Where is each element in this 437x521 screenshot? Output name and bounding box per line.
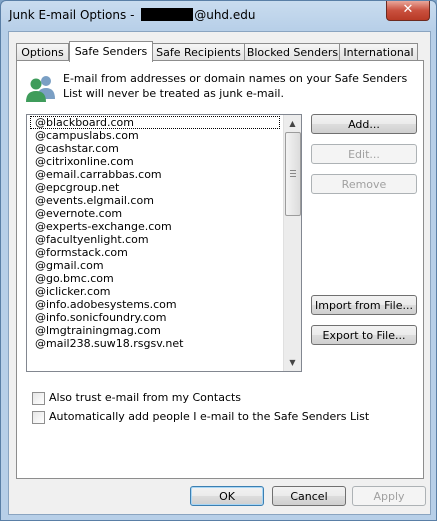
remove-button[interactable]: Remove: [311, 174, 417, 194]
apply-button[interactable]: Apply: [352, 486, 426, 506]
import-from-file-button[interactable]: Import from File...: [311, 295, 417, 315]
tab-options[interactable]: Options: [16, 43, 69, 61]
list-item[interactable]: @go.bmc.com: [27, 272, 283, 285]
cancel-button[interactable]: Cancel: [272, 486, 346, 506]
edit-button[interactable]: Edit...: [311, 144, 417, 164]
list-item[interactable]: @facultyenlight.com: [27, 233, 283, 246]
title-suffix: @uhd.edu: [194, 8, 256, 22]
grip-line: [290, 170, 296, 171]
title-prefix: Junk E-mail Options -: [9, 8, 139, 22]
tab-safe-recipients[interactable]: Safe Recipients: [151, 43, 246, 61]
safe-senders-items: @blackboard.com @campuslabs.com @cashstar.…: [27, 115, 283, 350]
close-icon: ✕: [402, 2, 414, 17]
tab-international[interactable]: International: [339, 43, 418, 61]
vertical-scrollbar[interactable]: ▲ ▼: [283, 115, 301, 371]
list-item[interactable]: @formstack.com: [27, 246, 283, 259]
ok-button[interactable]: OK: [190, 486, 264, 506]
list-item[interactable]: @email.carrabbas.com: [27, 168, 283, 181]
safe-senders-panel: E-mail from addresses or domain names on…: [16, 60, 424, 479]
tab-blocked-senders[interactable]: Blocked Senders: [244, 43, 341, 61]
list-item[interactable]: @events.elgmail.com: [27, 194, 283, 207]
list-item[interactable]: @mail238.suw18.rsgsv.net: [27, 337, 283, 350]
list-item[interactable]: @citrixonline.com: [27, 155, 283, 168]
close-button[interactable]: ✕: [386, 1, 430, 21]
list-item[interactable]: @epcgroup.net: [27, 181, 283, 194]
dialog-client-area: Options Safe Senders Safe Recipients Blo…: [8, 31, 431, 515]
title-bar[interactable]: Junk E-mail Options - @uhd.edu ✕: [1, 1, 436, 31]
export-to-file-button[interactable]: Export to File...: [311, 325, 417, 345]
grip-line: [290, 176, 296, 177]
list-item[interactable]: @lmgtrainingmag.com: [27, 324, 283, 337]
list-item[interactable]: @iclicker.com: [27, 285, 283, 298]
list-item[interactable]: @blackboard.com: [30, 116, 280, 129]
safe-senders-description: E-mail from addresses or domain names on…: [63, 72, 408, 100]
auto-add-label[interactable]: Automatically add people I e-mail to the…: [49, 410, 369, 423]
junk-email-options-dialog: Junk E-mail Options - @uhd.edu ✕ Options…: [0, 0, 437, 521]
add-button[interactable]: Add...: [311, 114, 417, 134]
list-item[interactable]: @info.adobesystems.com: [27, 298, 283, 311]
list-item[interactable]: @experts-exchange.com: [27, 220, 283, 233]
scroll-up-icon[interactable]: ▲: [284, 115, 301, 132]
grip-line: [290, 173, 296, 174]
list-item[interactable]: @campuslabs.com: [27, 129, 283, 142]
trust-contacts-label[interactable]: Also trust e-mail from my Contacts: [49, 391, 241, 404]
scroll-down-icon[interactable]: ▼: [284, 354, 301, 371]
list-item[interactable]: @evernote.com: [27, 207, 283, 220]
people-icon: [26, 76, 55, 102]
list-item[interactable]: @gmail.com: [27, 259, 283, 272]
trust-contacts-checkbox[interactable]: [32, 392, 45, 405]
list-item[interactable]: @cashstar.com: [27, 142, 283, 155]
auto-add-checkbox[interactable]: [32, 411, 45, 424]
redacted-username: [141, 8, 194, 21]
scroll-thumb[interactable]: [285, 132, 301, 216]
safe-senders-list[interactable]: @blackboard.com @campuslabs.com @cashstar.…: [26, 114, 302, 372]
list-item[interactable]: @info.sonicfoundry.com: [27, 311, 283, 324]
tab-safe-senders[interactable]: Safe Senders: [69, 41, 153, 62]
window-title: Junk E-mail Options - @uhd.edu: [9, 8, 255, 22]
